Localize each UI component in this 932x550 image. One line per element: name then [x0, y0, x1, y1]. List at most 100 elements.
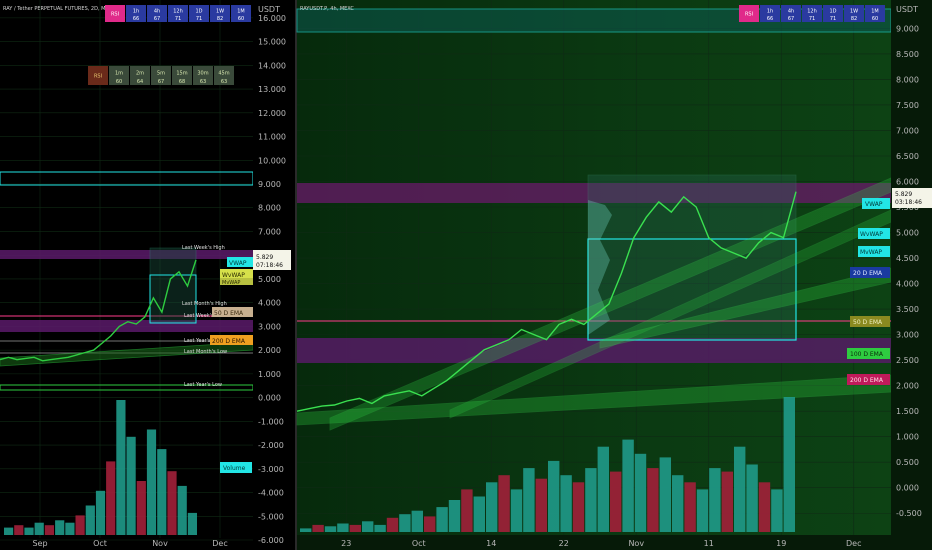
- panel-divider[interactable]: [295, 0, 297, 550]
- y-tick-label: -4.000: [258, 489, 284, 498]
- right-chart-title: RAYUSDT.P, 4h, MEXC: [300, 6, 354, 12]
- volume-bar: [157, 449, 167, 535]
- rsi-timeframe: 1m: [115, 71, 123, 77]
- right-price-countdown: 03:18:46: [895, 199, 922, 206]
- left-tag-vwap-text: VWAP: [229, 260, 247, 267]
- rsi-value: 60: [238, 16, 244, 22]
- left-price-axis[interactable]: USDT 16.000 15.000 14.000 13.000 12.000 11.00…: [253, 0, 295, 550]
- volume-bar: [44, 525, 54, 535]
- right-tag-50ema-text: 50 D EMA: [853, 319, 883, 326]
- right-tag-100ema-text: 100 D EMA: [850, 351, 884, 358]
- volume-bar: [146, 429, 157, 535]
- rsi-timeframe: 5m: [157, 71, 165, 77]
- y-tick-label: 5.000: [258, 275, 281, 284]
- level-last-month-high: Last Month's High: [182, 301, 227, 307]
- volume-bar: [75, 515, 85, 535]
- volume-bar: [362, 521, 374, 532]
- volume-bar: [55, 520, 65, 535]
- rsi-value: 71: [175, 16, 181, 22]
- x-tick-label: 14: [486, 539, 496, 548]
- volume-bar: [337, 523, 349, 532]
- right-tag-mvwap-text: MvWAP: [860, 249, 882, 256]
- y-tick-label: 6.000: [896, 178, 919, 187]
- right-tag-wvwap-text: WvWAP: [860, 231, 883, 238]
- y-tick-label: 9.000: [896, 24, 919, 33]
- y-tick-label: -5.000: [258, 512, 284, 521]
- volume-bar: [399, 514, 411, 532]
- right-tag-200ema-text: 200 D EMA: [850, 377, 884, 384]
- y-tick-label: 2.000: [896, 382, 919, 391]
- volume-bar: [634, 453, 647, 532]
- rsi-timeframe: 1W: [216, 9, 224, 15]
- x-tick-label: Oct: [412, 539, 426, 548]
- right-range-box: [587, 174, 797, 341]
- rsi-timeframe: 4h: [154, 9, 160, 15]
- volume-bar: [746, 464, 758, 532]
- volume-bar: [300, 528, 312, 532]
- y-tick-label: 8.000: [896, 75, 919, 84]
- x-tick-label: 19: [776, 539, 786, 548]
- right-rsi-table: RSI 1h664h6712h711D711W821M60: [739, 5, 885, 22]
- rsi-timeframe: 1D: [829, 9, 836, 15]
- right-chart-panel[interactable]: RAYUSDT.P, 4h, MEXC RSI 1h664h6712h711D71…: [296, 0, 892, 538]
- y-tick-label: 13.000: [258, 85, 286, 94]
- volume-bar: [622, 439, 634, 532]
- x-tick-label: Nov: [152, 539, 168, 548]
- chart-canvas[interactable]: Last Week's High Last Month's High Last …: [0, 0, 932, 550]
- rsi-label: RSI: [745, 12, 753, 18]
- chart-workspace: Last Week's High Last Month's High Last …: [0, 0, 932, 550]
- volume-bar: [498, 475, 510, 532]
- y-tick-label: 6.500: [896, 152, 919, 161]
- volume-bar: [758, 482, 771, 532]
- left-rsi-table-top: RSI 1h664h6712h711D711W821M60: [105, 5, 251, 22]
- rsi-value: 71: [830, 16, 836, 22]
- volume-bar: [721, 471, 733, 532]
- volume-bar: [473, 496, 485, 532]
- rsi-value: 60: [872, 16, 878, 22]
- volume-bar: [684, 482, 696, 532]
- left-chart-panel[interactable]: Last Week's High Last Month's High Last …: [0, 0, 254, 550]
- rsi-value: 67: [158, 79, 164, 85]
- volume-bar: [126, 436, 136, 535]
- rsi-timeframe: 15m: [176, 71, 187, 77]
- volume-bar: [771, 489, 783, 532]
- volume-bar: [34, 522, 44, 535]
- y-tick-label: 9.000: [258, 180, 281, 189]
- volume-bar: [4, 527, 14, 535]
- left-chart-title: RAY / Tether PERPETUAL FUTURES, 2D, MEXC: [3, 6, 116, 12]
- y-tick-label: 4.000: [258, 299, 281, 308]
- y-tick-label: 7.000: [896, 126, 919, 135]
- y-tick-label: 8.500: [896, 50, 919, 59]
- y-tick-label: 3.000: [896, 331, 919, 340]
- volume-bar: [24, 527, 34, 535]
- rsi-value: 82: [851, 16, 857, 22]
- volume-bar: [411, 510, 423, 532]
- rsi-timeframe: 30m: [197, 71, 208, 77]
- rsi-label: RSI: [111, 12, 119, 18]
- y-tick-label: 16.000: [258, 14, 286, 23]
- volume-bar: [65, 522, 75, 535]
- y-tick-label: 1.000: [896, 433, 919, 442]
- y-tick-label: -3.000: [258, 465, 284, 474]
- y-tick-label: 4.000: [896, 280, 919, 289]
- rsi-value: 66: [133, 16, 139, 22]
- x-tick-label: Dec: [846, 539, 861, 548]
- y-tick-label: -2.000: [258, 441, 284, 450]
- y-tick-label: 2.500: [896, 356, 919, 365]
- volume-bar: [659, 457, 671, 532]
- rsi-value: 67: [788, 16, 794, 22]
- rsi-timeframe: 1h: [767, 9, 773, 15]
- y-tick-label: 5.000: [896, 229, 919, 238]
- rsi-value: 68: [179, 79, 185, 85]
- rsi-value: 60: [116, 79, 122, 85]
- y-tick-label: -1.000: [258, 417, 284, 426]
- rsi-value: 82: [217, 16, 223, 22]
- rsi-timeframe: 12h: [173, 9, 183, 15]
- left-tag-200ema-text: 200 D EMA: [212, 338, 246, 345]
- rsi-timeframe: 1W: [850, 9, 858, 15]
- volume-bar: [436, 507, 448, 532]
- right-price-axis[interactable]: USDT 9.000 8.500 8.000 7.500 7.000 6.500 6.000…: [891, 0, 932, 550]
- right-cyan-zone: [296, 8, 892, 33]
- rsi-label: RSI: [94, 74, 102, 80]
- y-tick-label: 12.000: [258, 109, 286, 118]
